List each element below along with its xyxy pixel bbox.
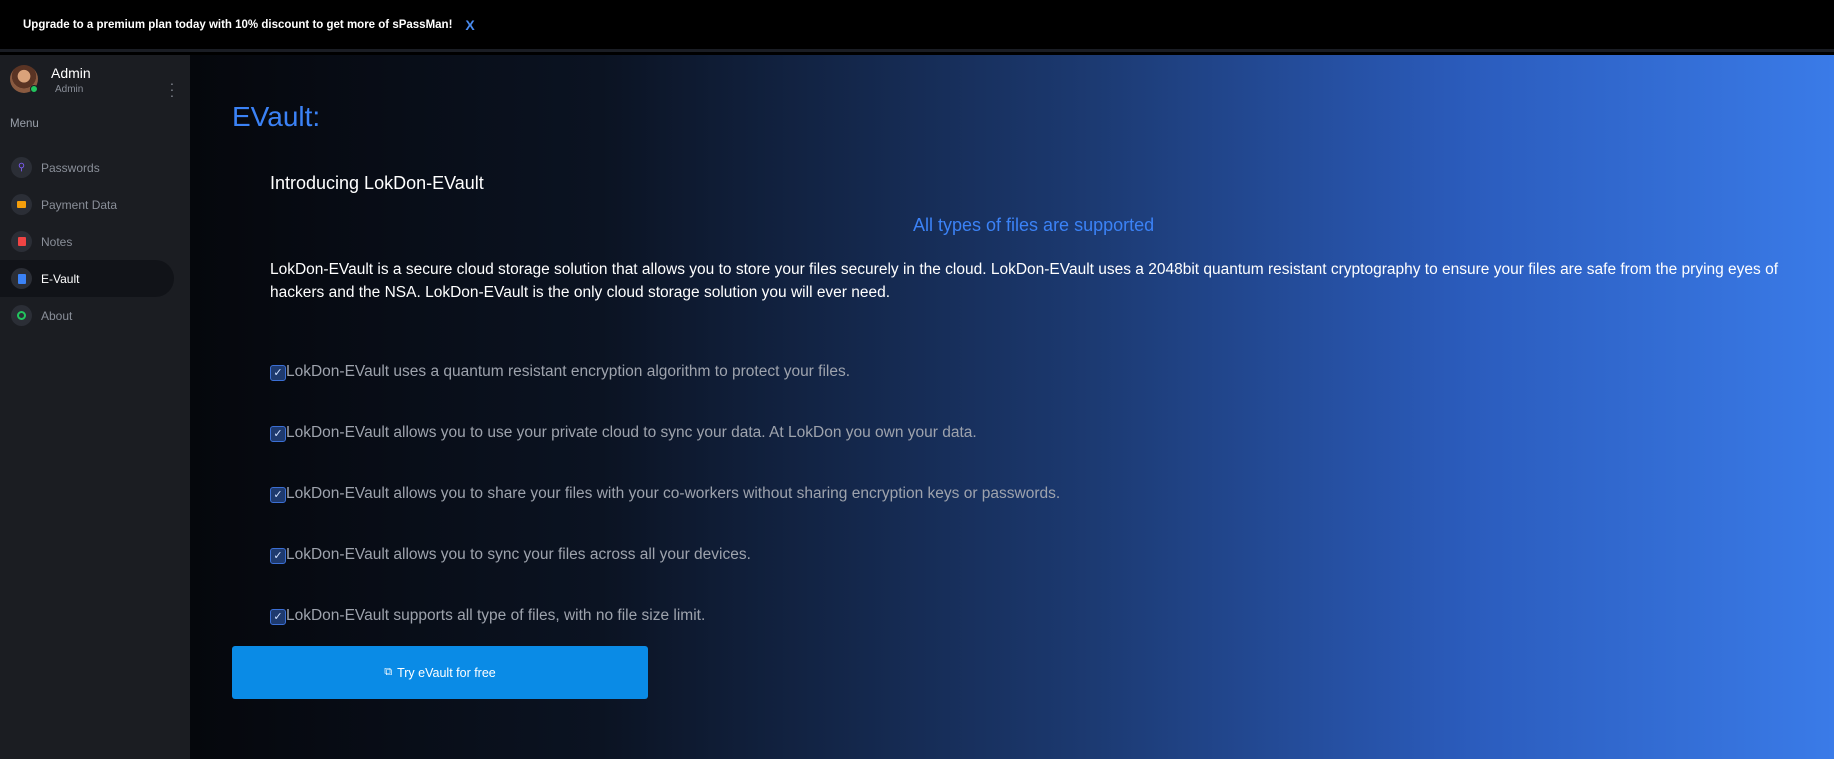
sidebar-nav: ⚲ Passwords Payment Data Notes E-Vault A… [0, 149, 190, 334]
sidebar-item-notes[interactable]: Notes [0, 223, 174, 260]
sidebar-item-about[interactable]: About [0, 297, 174, 334]
page-title: EVault: [232, 101, 321, 132]
list-item: ✓ LokDon-EVault uses a quantum resistant… [270, 342, 1570, 403]
main-content: EVault: Introducing LokDon-EVault All ty… [190, 55, 1834, 759]
promo-text: Upgrade to a premium plan today with 10%… [23, 18, 453, 31]
intro-heading: Introducing LokDon-EVault [270, 173, 484, 193]
sidebar-item-passwords[interactable]: ⚲ Passwords [0, 149, 174, 186]
feature-text: LokDon-EVault allows you to share your f… [286, 484, 1061, 502]
checkbox-icon[interactable]: ✓ [270, 425, 286, 442]
list-item: ✓ LokDon-EVault allows you to use your p… [270, 403, 1570, 464]
try-evault-button[interactable]: ⧉ Try eVault for free [232, 646, 648, 699]
online-status-icon [30, 85, 38, 93]
list-item: ✓ LokDon-EVault allows you to share your… [270, 464, 1570, 525]
user-profile: Admin Admin · · · [10, 65, 180, 102]
feature-text: LokDon-EVault allows you to use your pri… [286, 423, 977, 441]
subheading: All types of files are supported [913, 215, 1155, 235]
info-icon [11, 305, 32, 326]
feature-text: LokDon-EVault allows you to sync your fi… [286, 545, 751, 563]
sidebar-item-e-vault[interactable]: E-Vault [0, 260, 174, 297]
sidebar-item-label: About [41, 308, 73, 323]
credit-card-icon [11, 194, 32, 215]
menu-label: Menu [10, 118, 39, 130]
sidebar-item-label: Payment Data [41, 197, 118, 212]
profile-name: Admin [51, 65, 91, 81]
sidebar-item-label: Passwords [41, 160, 100, 175]
sidebar-item-label: Notes [41, 234, 73, 249]
checkbox-icon[interactable]: ✓ [270, 608, 286, 625]
feature-list: ✓ LokDon-EVault uses a quantum resistant… [270, 342, 1570, 647]
close-banner-button[interactable]: X [465, 17, 474, 33]
sidebar-item-payment-data[interactable]: Payment Data [0, 186, 174, 223]
checkbox-icon[interactable]: ✓ [270, 364, 286, 381]
list-item: ✓ LokDon-EVault allows you to sync your … [270, 525, 1570, 586]
more-options-icon[interactable]: · · · [165, 76, 179, 102]
external-link-icon: ⧉ [384, 666, 393, 678]
checkbox-icon[interactable]: ✓ [270, 547, 286, 564]
feature-text: LokDon-EVault uses a quantum resistant e… [286, 362, 851, 380]
profile-role: Admin [55, 84, 84, 95]
key-icon: ⚲ [11, 157, 32, 178]
checkbox-icon[interactable]: ✓ [270, 486, 286, 503]
feature-text: LokDon-EVault supports all type of files… [286, 606, 706, 624]
promo-banner: Upgrade to a premium plan today with 10%… [0, 0, 1834, 52]
cta-label: Try eVault for free [397, 665, 496, 680]
note-icon [11, 231, 32, 252]
list-item: ✓ LokDon-EVault supports all type of fil… [270, 586, 1570, 647]
file-icon [11, 268, 32, 289]
description: LokDon-EVault is a secure cloud storage … [270, 261, 1779, 301]
sidebar-item-label: E-Vault [41, 271, 80, 286]
sidebar: Admin Admin · · · Menu ⚲ Passwords Payment… [0, 55, 190, 759]
